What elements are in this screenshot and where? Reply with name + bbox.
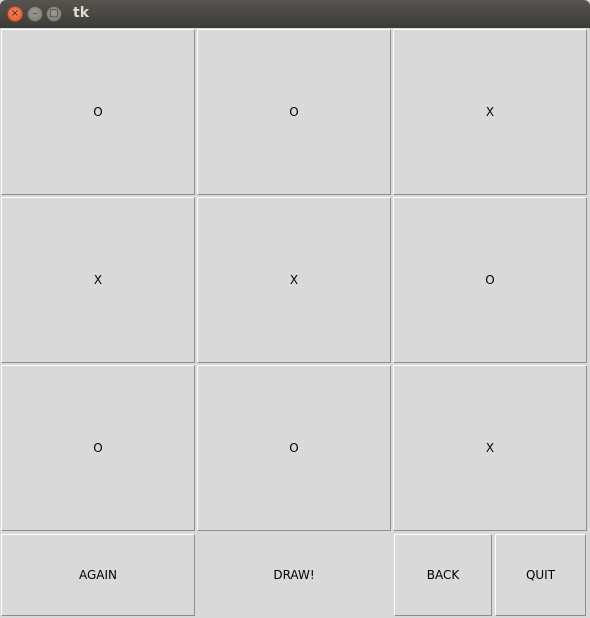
board-cell-top-right[interactable]: X	[393, 29, 587, 195]
board-cell-bottom-left[interactable]: O	[1, 365, 195, 531]
board-cell-middle-left[interactable]: X	[1, 197, 195, 363]
app-window: × – □ tk O O X X X O O O X AGAIN DRAW! B…	[0, 0, 590, 618]
board-cell-bottom-center[interactable]: O	[197, 365, 391, 531]
window-minimize-icon[interactable]: –	[27, 6, 43, 22]
quit-button[interactable]: QUIT	[495, 534, 586, 616]
window-maximize-icon[interactable]: □	[46, 6, 62, 22]
board-cell-middle-right[interactable]: O	[393, 197, 587, 363]
board-cell-top-left[interactable]: O	[1, 29, 195, 195]
window-title: tk	[73, 5, 90, 21]
board-cell-center[interactable]: X	[197, 197, 391, 363]
game-status-label: DRAW!	[197, 534, 391, 616]
board-cell-bottom-right[interactable]: X	[393, 365, 587, 531]
back-button[interactable]: BACK	[394, 534, 492, 616]
window-close-icon[interactable]: ×	[7, 6, 23, 22]
again-button[interactable]: AGAIN	[1, 534, 195, 616]
title-bar: × – □ tk	[0, 0, 590, 28]
board-cell-top-center[interactable]: O	[197, 29, 391, 195]
